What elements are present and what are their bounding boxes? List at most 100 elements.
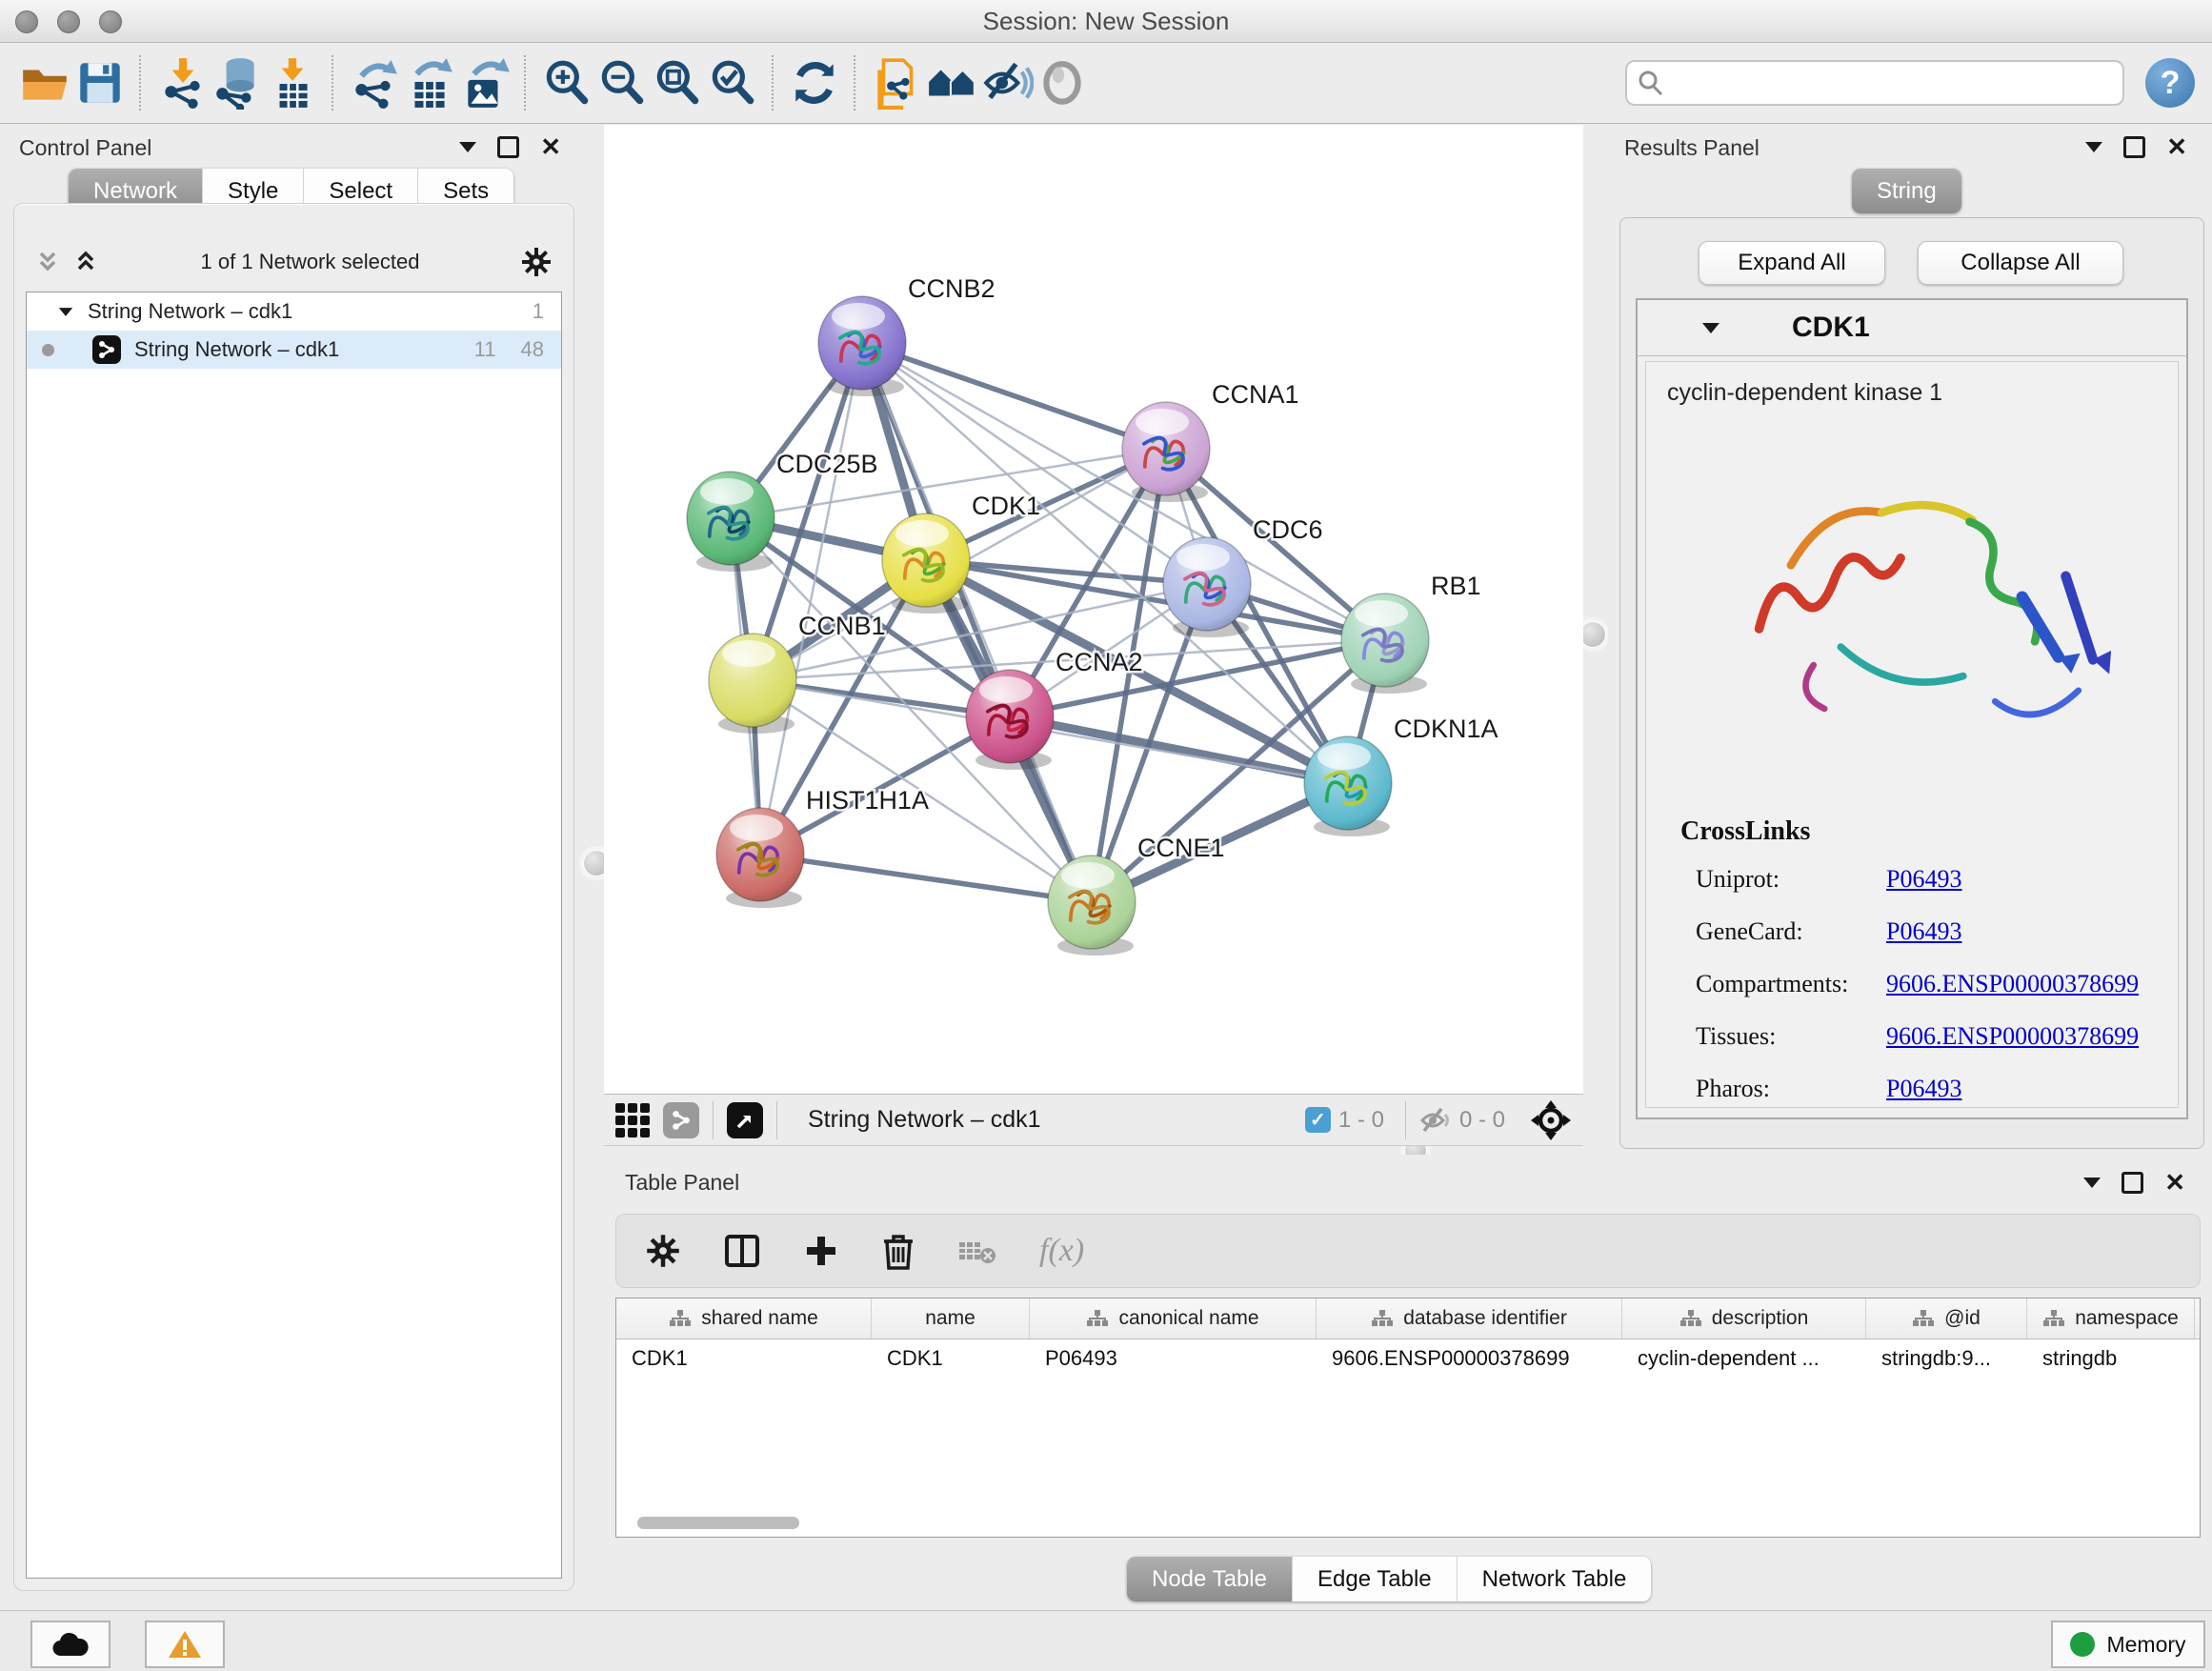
node-RB1[interactable]: RB1 <box>1341 572 1481 694</box>
warnings-button[interactable] <box>145 1621 225 1668</box>
gear-icon[interactable] <box>645 1233 681 1269</box>
cloud-status-button[interactable] <box>30 1621 111 1668</box>
column-header-canonical-name[interactable]: canonical name <box>1030 1299 1317 1339</box>
network-tree-network-row[interactable]: String Network – cdk1 11 48 <box>27 331 561 369</box>
zoom-in-button[interactable] <box>539 55 594 111</box>
node-label-CDC6: CDC6 <box>1253 515 1323 544</box>
export-image-icon <box>458 56 512 110</box>
search-input[interactable] <box>1665 70 2113 96</box>
crosslinks-title: CrossLinks <box>1680 816 2178 847</box>
export-image-button[interactable] <box>457 55 513 111</box>
column-header-shared-name[interactable]: shared name <box>616 1299 872 1339</box>
column-type-icon <box>2042 1309 2065 1328</box>
network-graph[interactable]: CCNB2CCNA1CDC25BCDK1CDC6RB1CCNB1CCNA2CDK… <box>604 125 1583 1094</box>
node-CCNA1[interactable]: CCNA1 <box>1122 380 1299 502</box>
selected-nodes-checkbox-icon[interactable]: ✓ <box>1305 1107 1331 1133</box>
network-tree-root-row[interactable]: String Network – cdk1 1 <box>27 292 561 331</box>
node-result-header[interactable]: CDK1 <box>1638 300 2186 356</box>
crosslink-link[interactable]: 9606.ENSP00000378699 <box>1886 1022 2139 1051</box>
table-cell[interactable]: P06493 <box>1030 1339 1317 1378</box>
crosslink-link[interactable]: P06493 <box>1886 1075 1961 1103</box>
edge-CCNA2-CDKN1A[interactable] <box>1010 716 1348 783</box>
crosslink-row: Compartments:9606.ENSP00000378699 <box>1696 957 2178 1010</box>
node-CDC6[interactable]: CDC6 <box>1163 515 1323 637</box>
column-header-label: canonical name <box>1118 1307 1258 1330</box>
node-CCNE1[interactable]: CCNE1 <box>1048 834 1225 956</box>
table-cell[interactable]: CDK1 <box>872 1339 1030 1378</box>
open-session-button[interactable] <box>17 55 72 111</box>
right-splitter-handle[interactable] <box>1579 621 1606 648</box>
close-panel-icon[interactable]: ✕ <box>540 139 561 155</box>
node-HIST1H1A[interactable]: HIST1H1A <box>716 786 929 908</box>
panel-menu-icon[interactable] <box>2083 1178 2101 1188</box>
table-cell[interactable]: CDK1 <box>616 1339 872 1378</box>
zoom-selected-button[interactable] <box>705 55 760 111</box>
collapse-entry-icon[interactable] <box>1702 323 1719 333</box>
import-network-button[interactable] <box>154 55 210 111</box>
birds-eye-view-icon[interactable] <box>615 1103 650 1137</box>
column-header-description[interactable]: description <box>1622 1299 1866 1339</box>
help-button[interactable]: ? <box>2145 58 2195 108</box>
toolbar-separator <box>332 55 335 111</box>
table-cell[interactable]: stringdb <box>2027 1339 2195 1378</box>
hide-selected-button[interactable] <box>979 55 1035 111</box>
import-table-button[interactable] <box>265 55 320 111</box>
table-horizontal-scrollbar[interactable] <box>637 1517 799 1529</box>
zoom-out-button[interactable] <box>594 55 650 111</box>
gear-icon[interactable] <box>520 246 553 278</box>
table-cell[interactable]: stringdb:9... <box>1866 1339 2027 1378</box>
first-neighbors-button[interactable] <box>924 55 979 111</box>
close-panel-icon[interactable]: ✕ <box>2166 139 2187 155</box>
save-session-button[interactable] <box>72 55 128 111</box>
import-network-from-database-button[interactable] <box>210 55 265 111</box>
export-table-button[interactable] <box>402 55 457 111</box>
network-label: String Network – cdk1 <box>134 337 339 362</box>
edge-CCNB2-CCNA1[interactable] <box>862 343 1166 449</box>
node-CDKN1A[interactable]: CDKN1A <box>1304 715 1498 836</box>
delete-column-trash-icon[interactable] <box>881 1232 915 1270</box>
crosslink-link[interactable]: 9606.ENSP00000378699 <box>1886 970 2139 998</box>
crosslink-link[interactable]: P06493 <box>1886 917 1961 946</box>
zoom-fit-button[interactable] <box>650 55 705 111</box>
table-cell[interactable]: 9606.ENSP00000378699 <box>1317 1339 1622 1378</box>
import-network-icon <box>155 56 209 110</box>
panel-menu-icon[interactable] <box>459 142 476 152</box>
node-label-CCNE1: CCNE1 <box>1137 834 1225 862</box>
tab-string[interactable]: String <box>1852 169 1961 213</box>
float-panel-icon[interactable] <box>2122 1172 2143 1194</box>
close-panel-icon[interactable]: ✕ <box>2164 1175 2185 1191</box>
column-header-database-identifier[interactable]: database identifier <box>1317 1299 1622 1339</box>
center-view-crosshair-icon[interactable] <box>1530 1099 1572 1141</box>
tab-edge-table[interactable]: Edge Table <box>1293 1557 1458 1601</box>
memory-button[interactable]: Memory <box>2051 1621 2205 1668</box>
expand-all-button[interactable]: Expand All <box>1699 241 1885 285</box>
node-label-CDK1: CDK1 <box>972 492 1040 520</box>
expand-all-chevron-icon[interactable] <box>71 248 100 276</box>
collapse-all-chevron-icon[interactable] <box>33 248 62 276</box>
table-row[interactable]: CDK1CDK1P064939606.ENSP00000378699cyclin… <box>616 1339 2200 1378</box>
show-columns-icon[interactable] <box>723 1232 761 1270</box>
column-header-name[interactable]: name <box>872 1299 1030 1339</box>
new-network-from-selection-button[interactable] <box>869 55 924 111</box>
tab-node-table[interactable]: Node Table <box>1127 1557 1293 1601</box>
search-box[interactable] <box>1625 60 2124 106</box>
open-in-window-icon[interactable] <box>727 1102 763 1138</box>
show-all-button[interactable] <box>1035 55 1090 111</box>
float-panel-icon[interactable] <box>497 136 519 158</box>
export-network-button[interactable] <box>347 55 402 111</box>
panel-menu-icon[interactable] <box>2085 142 2102 152</box>
tab-network-table[interactable]: Network Table <box>1458 1557 1652 1601</box>
network-overview-icon[interactable] <box>663 1102 699 1138</box>
edge-CCNE1-HIST1H1A[interactable] <box>760 855 1092 902</box>
refresh-button[interactable] <box>787 55 842 111</box>
column-header--id[interactable]: @id <box>1866 1299 2027 1339</box>
tree-disclosure-icon[interactable] <box>59 308 72 316</box>
collapse-all-button[interactable]: Collapse All <box>1918 241 2123 285</box>
add-column-icon[interactable] <box>803 1233 839 1269</box>
table-cell[interactable]: cyclin-dependent ... <box>1622 1339 1866 1378</box>
network-view-canvas[interactable]: CCNB2CCNA1CDC25BCDK1CDC6RB1CCNB1CCNA2CDK… <box>604 125 1583 1094</box>
crosslink-link[interactable]: P06493 <box>1886 865 1961 894</box>
float-panel-icon[interactable] <box>2123 136 2145 158</box>
edge-CCNB2-CCNE1[interactable] <box>862 343 1092 902</box>
column-header-namespace[interactable]: namespace <box>2027 1299 2195 1339</box>
